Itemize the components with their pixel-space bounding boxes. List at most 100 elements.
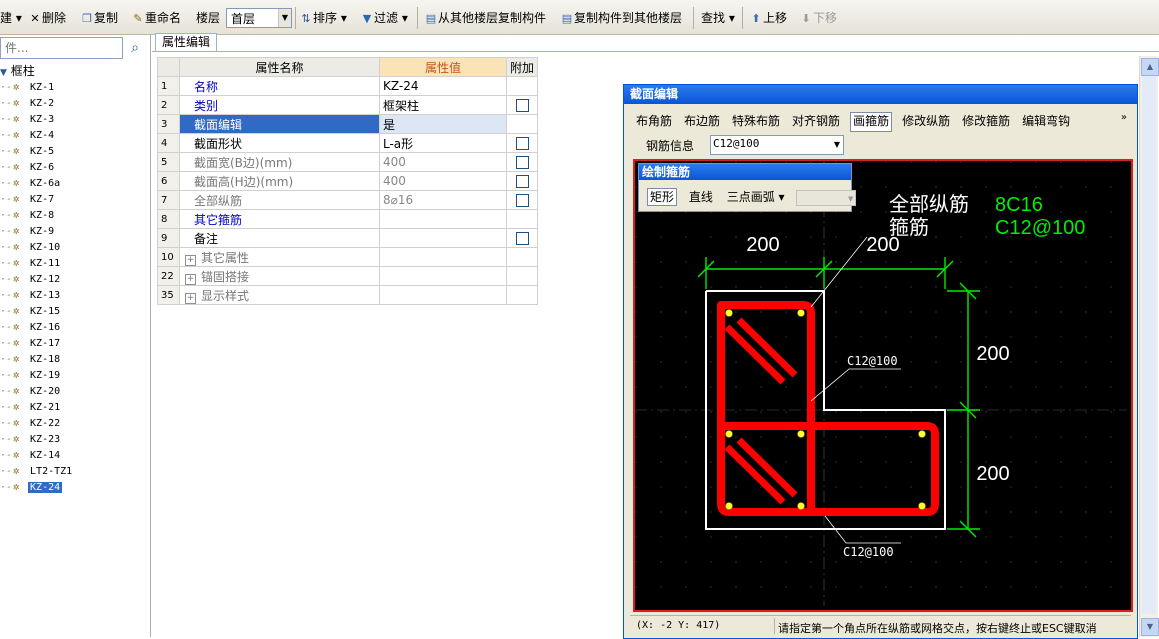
scroll-down-icon[interactable]: ▼ (1141, 618, 1159, 636)
scroll-thumb[interactable] (1142, 76, 1156, 614)
table-row[interactable]: 4 截面形状 L-a形 (157, 133, 539, 153)
tree-item[interactable]: ·-✲ KZ-6 (0, 159, 150, 175)
table-row[interactable]: 8 其它箍筋 (157, 209, 539, 229)
tool-three-point-arc[interactable]: 三点画弧 ▾ (725, 189, 787, 205)
search-input[interactable] (3, 38, 122, 58)
tree-item[interactable]: ·-✲ KZ-6a (0, 175, 150, 191)
expand-icon[interactable]: + (185, 254, 196, 266)
tree-item[interactable]: ·-✲ KZ-13 (0, 287, 150, 303)
tree-item[interactable]: ·-✲ KZ-21 (0, 399, 150, 415)
tree-item[interactable]: ·-✲ KZ-17 (0, 335, 150, 351)
extra-checkbox[interactable] (515, 156, 529, 169)
menu-item[interactable]: 画箍筋 (850, 112, 893, 132)
property-value[interactable]: 8⌀16 (379, 190, 507, 210)
header-num (157, 57, 180, 77)
tree-item[interactable]: ·-✲ KZ-4 (0, 127, 150, 143)
menu-item[interactable]: 布角筋 (634, 112, 674, 130)
sort-button[interactable]: ⇅ 排序 ▾ (299, 9, 346, 27)
tree-item[interactable]: ·-✲ KZ-10 (0, 239, 150, 255)
menu-item[interactable]: 修改箍筋 (960, 112, 1012, 130)
delete-button[interactable]: ✕ 删除 (28, 9, 66, 27)
property-value[interactable] (379, 266, 507, 286)
extra-checkbox[interactable] (515, 232, 529, 245)
extra-checkbox[interactable] (515, 99, 529, 112)
menu-item[interactable]: 特殊布筋 (730, 112, 782, 130)
tab-property-edit[interactable]: 属性编辑 (155, 33, 218, 51)
table-row[interactable]: 22 + 锚固搭接 (157, 266, 539, 286)
table-row[interactable]: 1 名称 KZ-24 (157, 76, 539, 96)
copy-button[interactable]: ❐ 复制 (80, 9, 118, 27)
expand-icon[interactable]: + (185, 273, 196, 285)
property-value[interactable]: 400 (379, 171, 507, 191)
property-value[interactable]: L-a形 (379, 133, 507, 153)
copy-to-floor-button[interactable]: ▤ 复制构件到其他楼层 (560, 9, 682, 27)
tree-item[interactable]: ·-✲ KZ-22 (0, 415, 150, 431)
move-down-button[interactable]: ⬇ 下移 (799, 9, 837, 27)
table-row[interactable]: 3 截面编辑 是 (157, 114, 539, 134)
rebar-info-select[interactable]: C12@100 ▼ (710, 135, 844, 155)
property-value[interactable]: 是 (379, 114, 507, 134)
property-value[interactable]: 框架柱 (379, 95, 507, 115)
tree-item[interactable]: ·-✲ KZ-12 (0, 271, 150, 287)
tree-item[interactable]: ·-✲ KZ-15 (0, 303, 150, 319)
menu-item[interactable]: 对齐钢筋 (790, 112, 842, 130)
property-value[interactable] (379, 228, 507, 248)
tree-line: ·- (0, 354, 13, 365)
property-value[interactable] (379, 209, 507, 229)
table-row[interactable]: 9 备注 (157, 228, 539, 248)
tool-rectangle[interactable]: 矩形 (647, 188, 678, 206)
expand-icon[interactable]: + (185, 292, 196, 304)
tree-item[interactable]: ·-✲ KZ-8 (0, 207, 150, 223)
tool-line[interactable]: 直线 (687, 189, 715, 205)
table-row[interactable]: 7 全部纵筋 8⌀16 (157, 190, 539, 210)
tree-line: ·- (0, 178, 13, 189)
tree-root[interactable]: ▼ 框柱 (0, 63, 150, 79)
scroll-up-icon[interactable]: ▲ (1141, 58, 1159, 76)
tree-item[interactable]: ·-✲ KZ-5 (0, 143, 150, 159)
tree-item[interactable]: ·-✲ KZ-11 (0, 255, 150, 271)
new-button[interactable]: 建 ▾ (0, 9, 22, 27)
extra-checkbox[interactable] (515, 175, 529, 188)
extra-checkbox[interactable] (515, 194, 529, 207)
tree-item[interactable]: ·-✲ KZ-24 (0, 479, 150, 495)
menu-item[interactable]: 编辑弯钩 (1020, 112, 1072, 130)
property-value[interactable]: 400 (379, 152, 507, 172)
tree-item[interactable]: ·-✲ KZ-1 (0, 79, 150, 95)
tree-item[interactable]: ·-✲ KZ-7 (0, 191, 150, 207)
property-value[interactable]: KZ-24 (379, 76, 507, 96)
table-row[interactable]: 10 + 其它属性 (157, 247, 539, 267)
tree-item[interactable]: ·-✲ KZ-2 (0, 95, 150, 111)
filter-button[interactable]: ▼ 过滤 ▾ (360, 9, 408, 27)
search-icon[interactable]: ⌕ (124, 37, 146, 59)
find-button[interactable]: 查找 ▾ (701, 9, 735, 27)
tree-item[interactable]: ·-✲ KZ-9 (0, 223, 150, 239)
search-field[interactable] (0, 37, 123, 59)
table-row[interactable]: 35 + 显示样式 (157, 285, 539, 305)
property-name-text: 显示样式 (201, 288, 250, 303)
tree-item[interactable]: ·-✲ KZ-14 (0, 447, 150, 463)
tree-item[interactable]: ·-✲ KZ-16 (0, 319, 150, 335)
property-value[interactable] (379, 285, 507, 305)
floor-select[interactable]: 首层 ▼ (226, 8, 292, 28)
tree-item[interactable]: ·-✲ KZ-19 (0, 367, 150, 383)
extra-checkbox[interactable] (515, 137, 529, 150)
menu-item[interactable]: 修改纵筋 (900, 112, 952, 130)
tree-item[interactable]: ·-✲ KZ-3 (0, 111, 150, 127)
tree-item[interactable]: ·-✲ KZ-20 (0, 383, 150, 399)
property-name-text: 截面编辑 (194, 117, 243, 132)
move-up-button[interactable]: ⬆ 上移 (749, 9, 787, 27)
table-row[interactable]: 5 截面宽(B边)(mm) 400 (157, 152, 539, 172)
rename-button[interactable]: ✎ 重命名 (131, 9, 181, 27)
table-row[interactable]: 2 类别 框架柱 (157, 95, 539, 115)
property-value[interactable] (379, 247, 507, 267)
tree-item[interactable]: ·-✲ KZ-18 (0, 351, 150, 367)
section-canvas[interactable]: 200 200 200 200 全部纵筋 箍筋 8C16 C12@100 C12… (633, 159, 1133, 612)
copy-from-floor-button[interactable]: ▤ 从其他楼层复制构件 (424, 9, 546, 27)
more-icon[interactable]: » (1121, 112, 1127, 123)
vertical-scrollbar[interactable]: ▲ ▼ (1139, 56, 1159, 637)
tree-item[interactable]: ·-✲ LT2-TZ1 (0, 463, 150, 479)
tree-item[interactable]: ·-✲ KZ-23 (0, 431, 150, 447)
section-drawing[interactable]: 200 200 200 200 全部纵筋 箍筋 8C16 C12@100 C12… (635, 161, 1127, 606)
table-row[interactable]: 6 截面高(H边)(mm) 400 (157, 171, 539, 191)
menu-item[interactable]: 布边筋 (682, 112, 722, 130)
